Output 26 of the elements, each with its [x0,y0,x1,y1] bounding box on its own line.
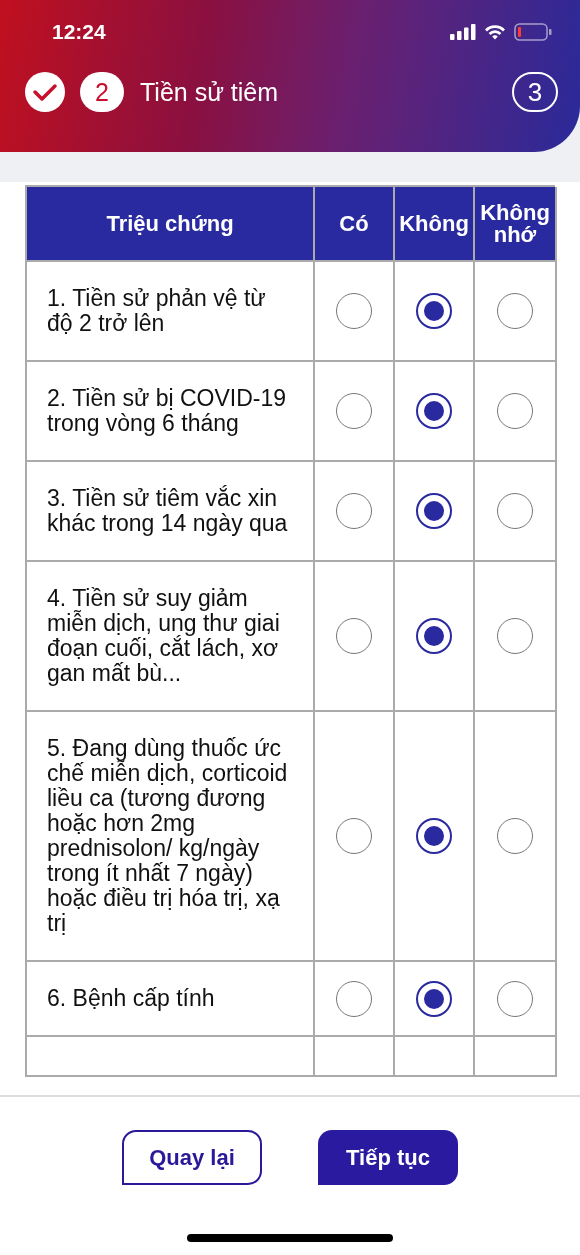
battery-icon [514,23,552,41]
check-icon [24,71,66,113]
table-cell: 1. Tiền sử phản vệ từ độ 2 trở lên [27,262,315,362]
table-cell: 4. Tiền sử suy giảm miễn dịch, ung thư giai đoạn cuối, cắt lách, xơ gan mất bù... [27,562,315,712]
column-header: Không [395,187,475,262]
radio-button[interactable] [416,618,452,654]
radio-button[interactable] [416,818,452,854]
table-cell: 6. Bệnh cấp tính [27,962,315,1037]
table-cell: 5. Đang dùng thuốc ức chế miễn dịch, corticoid liều ca (tương đương hoặc hơn 2mg prednisolon/ kg/ngày trong ít nhất 7 ngày) hoặc điều trị hóa trị, xạ trị [27,712,315,962]
column-header: Triệu chứng [27,187,315,262]
wifi-icon [484,24,506,40]
step-number: 2 [80,72,124,112]
status-time: 12:24 [52,20,106,44]
nav-button[interactable]: Tiếp tục [318,1130,458,1185]
radio-button[interactable] [416,293,452,329]
column-header: Có [315,187,395,262]
step-title: Tiền sử tiêm [140,77,280,107]
radio-button[interactable] [416,493,452,529]
radio-button[interactable] [416,980,452,1017]
nav-button[interactable]: Quay lại [122,1130,262,1185]
signal-icon [450,24,476,40]
step-number: 3 [512,72,558,112]
column-header: Không nhớ [475,187,557,262]
table-cell: 3. Tiền sử tiêm vắc xin khác trong 14 ngày qua [27,462,315,562]
radio-button[interactable] [416,393,452,429]
table-cell: 2. Tiền sử bị COVID-19 trong vòng 6 tháng [27,362,315,462]
